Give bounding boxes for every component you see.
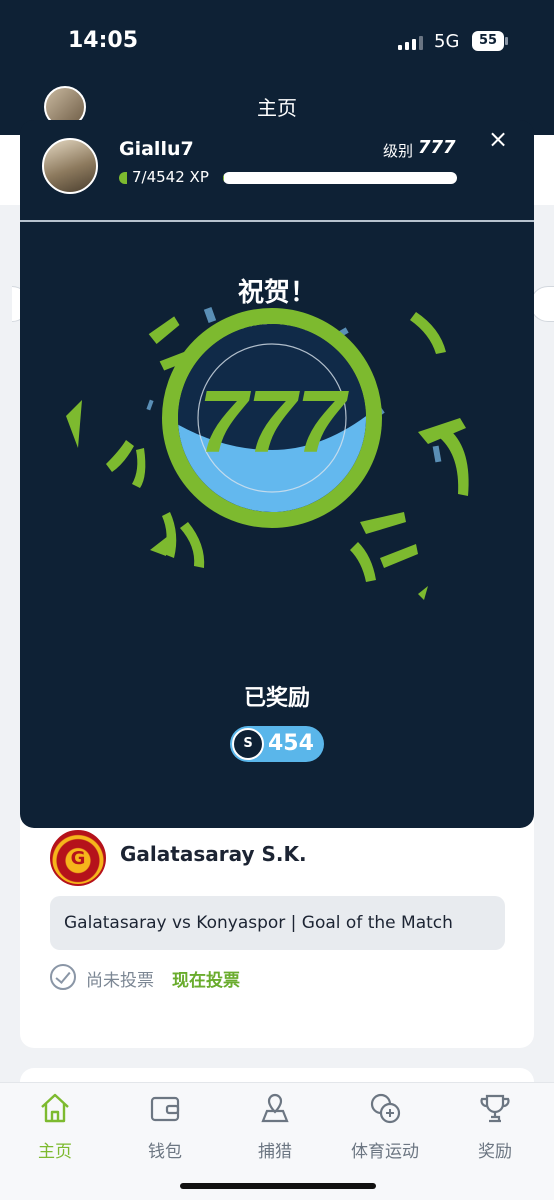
tab-sports-label: 体育运动 — [351, 1142, 419, 1162]
close-button[interactable]: × — [485, 126, 511, 152]
tab-home[interactable]: 主页 — [0, 1091, 110, 1162]
trophy-icon — [480, 1094, 510, 1123]
battery-icon: 55 — [472, 31, 508, 51]
tab-sports[interactable]: 体育运动 — [330, 1091, 440, 1162]
level-badge: 777 — [66, 307, 469, 600]
club-name: Galatasaray S.K. — [120, 842, 307, 866]
home-indicator — [180, 1183, 376, 1189]
club-card: G Galatasaray S.K. Galatasaray vs Konyas… — [20, 820, 534, 1048]
modal-header: Giallu7 7/4542 XP 级别 777 × — [20, 120, 534, 222]
level-value: 777 — [418, 137, 456, 158]
map-icon — [261, 1093, 289, 1123]
tab-hunt-label: 捕猎 — [258, 1142, 292, 1162]
vote-check-icon — [50, 964, 76, 990]
page-title: 主页 — [257, 96, 297, 120]
home-icon — [41, 1093, 69, 1123]
status-bar: 14:05 5G 55 — [0, 0, 554, 80]
tab-rewards[interactable]: 奖励 — [440, 1091, 550, 1162]
battery-level: 55 — [472, 31, 504, 51]
xp-indicator-icon — [119, 172, 127, 184]
tab-wallet-label: 钱包 — [148, 1142, 182, 1162]
tab-wallet[interactable]: 钱包 — [110, 1091, 220, 1162]
wallet-icon — [150, 1096, 180, 1122]
tab-rewards-label: 奖励 — [478, 1142, 512, 1162]
level-up-modal: Giallu7 7/4542 XP 级别 777 × 祝贺！ 您升级了 — [20, 120, 534, 828]
network-label: 5G — [434, 31, 460, 52]
xp-text: 7/4542 XP — [132, 168, 209, 186]
level-label: 级别 — [383, 142, 414, 160]
username: Giallu7 — [119, 138, 194, 160]
signal-icon — [398, 34, 424, 50]
status-time: 14:05 — [68, 28, 139, 53]
xp-progress-bar — [223, 172, 457, 184]
club-logo: G — [50, 830, 106, 886]
vote-now-link[interactable]: 现在投票 — [172, 966, 240, 991]
vote-status: 尚未投票 — [86, 971, 154, 991]
reward-pill: S 454 — [230, 726, 324, 762]
reward-amount: 454 — [268, 731, 314, 756]
tab-hunt[interactable]: 捕猎 — [220, 1091, 330, 1162]
tab-home-label: 主页 — [38, 1142, 72, 1162]
user-avatar — [42, 138, 98, 194]
coin-icon: S — [232, 728, 264, 760]
sports-icon — [370, 1093, 401, 1124]
rewarded-label: 已奖励 — [243, 686, 310, 711]
badge-level-number: 777 — [199, 372, 350, 471]
match-poll-chip[interactable]: Galatasaray vs Konyaspor | Goal of the M… — [50, 896, 505, 950]
